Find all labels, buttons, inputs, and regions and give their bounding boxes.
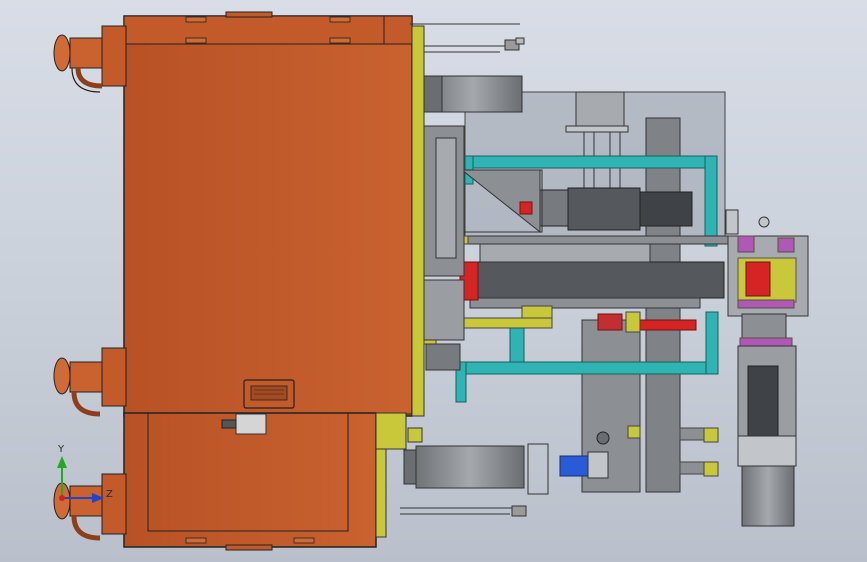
pipe-fitting-mid[interactable] xyxy=(53,347,127,417)
upper-motor[interactable] xyxy=(423,75,523,113)
top-cables xyxy=(410,23,525,53)
triad-z-label: Z xyxy=(106,489,113,500)
right-gear-reducer[interactable] xyxy=(725,209,809,347)
lower-motor[interactable] xyxy=(403,443,609,495)
rotary-table[interactable] xyxy=(457,235,729,309)
cad-viewport[interactable]: Y Z xyxy=(0,0,867,562)
bottom-cables xyxy=(400,505,527,517)
left-carriage[interactable] xyxy=(423,125,465,371)
pipe-fitting-top[interactable] xyxy=(53,25,127,93)
pipe-fitting-bottom[interactable] xyxy=(53,473,127,541)
triad-y-label: Y xyxy=(57,444,65,455)
servo-motor[interactable] xyxy=(737,345,797,527)
gear-motor[interactable] xyxy=(539,187,693,231)
housing-handle[interactable] xyxy=(243,379,295,409)
main-housing[interactable] xyxy=(123,11,413,417)
